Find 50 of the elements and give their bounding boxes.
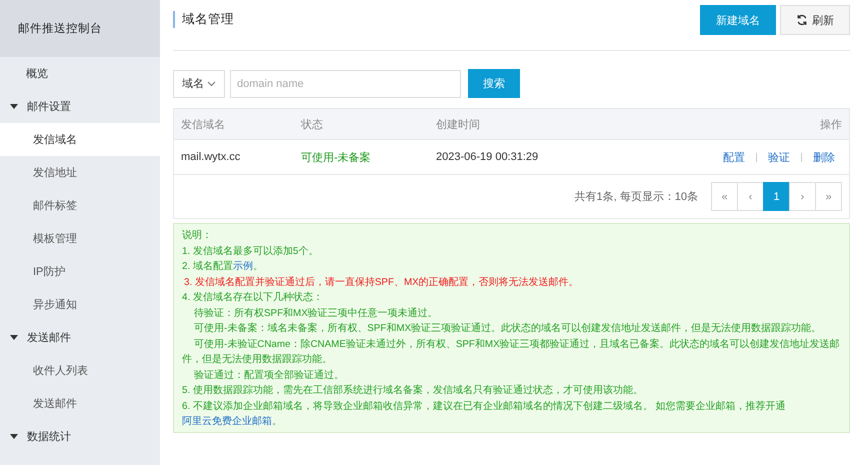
table-cell-text: mail.wytx.cc — [180, 151, 242, 163]
action-link[interactable]: 配置 — [723, 150, 745, 164]
column-header: 发信域名 — [180, 118, 226, 132]
note-text: 6. 不建议添加企业邮箱域名，将导致企业邮箱收信异常，建议在已有企业邮箱域名的情况下创建二级域名。 如您需要企业邮箱，推荐开通 阿里云免费企业邮箱。 — [182, 400, 787, 429]
column-header: 创建时间 — [435, 118, 481, 132]
sidebar-item[interactable]: 发信域名 — [0, 123, 160, 156]
note-text: 5. 使用数据跟踪功能，需先在工信部系统进行域名备案，发信域名只有验证通过状态，才可使用该功能。 — [182, 384, 644, 398]
note-text: 3. 发信域名配置并验证通过后，请一直保持SPF、MX的正确配置，否则将无法发送邮件。 — [183, 276, 580, 290]
note-text: 4. 发信域名存在以下几种状态： — [182, 290, 324, 305]
search-button[interactable]: 搜索 — [468, 69, 520, 98]
action-link[interactable]: 验证 — [768, 150, 790, 164]
page-button[interactable]: ‹ — [737, 182, 764, 211]
sidebar-item[interactable]: 模板管理 — [0, 222, 160, 255]
sidebar-group[interactable]: 邮件设置 — [0, 90, 160, 123]
search-input[interactable]: domain name — [230, 70, 461, 98]
sidebar-item[interactable]: 异步通知 — [0, 288, 160, 321]
table-cell-text: 2023-06-19 00:31:29 — [435, 151, 540, 163]
note-text: 可使用-未验证CName：除CNAME验证未通过外，所有权、SPF和MX验证三项都验证通过，且域名已备案。此状态的域名可以创建发信地址发送邮件，但是无法使用数据跟踪功能。 — [182, 338, 841, 367]
note-text: 1. 发信域名最多可以添加5个。 — [182, 244, 320, 258]
field-select[interactable]: 域名 — [173, 70, 225, 98]
sidebar-group[interactable]: 发送邮件 — [0, 321, 160, 354]
note-text: 待验证：所有权SPF和MX验证三项中任意一项未通过。 — [193, 306, 439, 320]
note-text: 验证通过：配置项全部验证通过。 — [193, 368, 345, 382]
page-button[interactable]: « — [711, 182, 738, 211]
status-text: 可使用-未备案 — [300, 150, 372, 164]
refresh-icon — [796, 14, 808, 26]
note-link[interactable]: 阿里云免费企业邮箱 — [182, 416, 272, 427]
page-button[interactable]: 1 — [763, 182, 790, 211]
page-button[interactable]: » — [815, 182, 842, 211]
sidebar-item[interactable]: 发信地址 — [0, 156, 160, 189]
refresh-button[interactable]: 刷新 — [780, 5, 850, 35]
chevron-down-icon — [207, 80, 216, 86]
note-text: 说明： — [182, 229, 213, 243]
column-header: 状态 — [300, 118, 324, 132]
sidebar-item[interactable]: 概览 — [0, 57, 160, 90]
sidebar-item[interactable]: 发送邮件 — [0, 387, 160, 420]
page-title: 域名管理 — [173, 10, 234, 28]
page-button[interactable]: › — [789, 182, 816, 211]
note-link[interactable]: 示例 — [232, 261, 253, 272]
sidebar-group[interactable]: 数据统计 — [0, 420, 160, 453]
sidebar-item[interactable]: 收件人列表 — [0, 354, 160, 387]
note-text: 2. 域名配置示例。 — [182, 260, 264, 274]
sidebar-item[interactable]: IP防护 — [0, 255, 160, 288]
action-link[interactable]: 删除 — [813, 150, 835, 164]
pagination-summary: 共有1条, 每页显示：10条 — [574, 190, 698, 204]
note-text: 可使用-未备案：域名未备案，所有权、SPF和MX验证三项验证通过。此状态的域名可以创建发信地址发送邮件，但是无法使用数据跟踪功能。 — [193, 322, 822, 336]
sidebar-item[interactable]: 邮件标签 — [0, 189, 160, 222]
column-header: 操作 — [819, 118, 843, 132]
console-title: 邮件推送控制台 — [0, 0, 160, 57]
new-domain-button[interactable]: 新建域名 — [700, 5, 776, 35]
